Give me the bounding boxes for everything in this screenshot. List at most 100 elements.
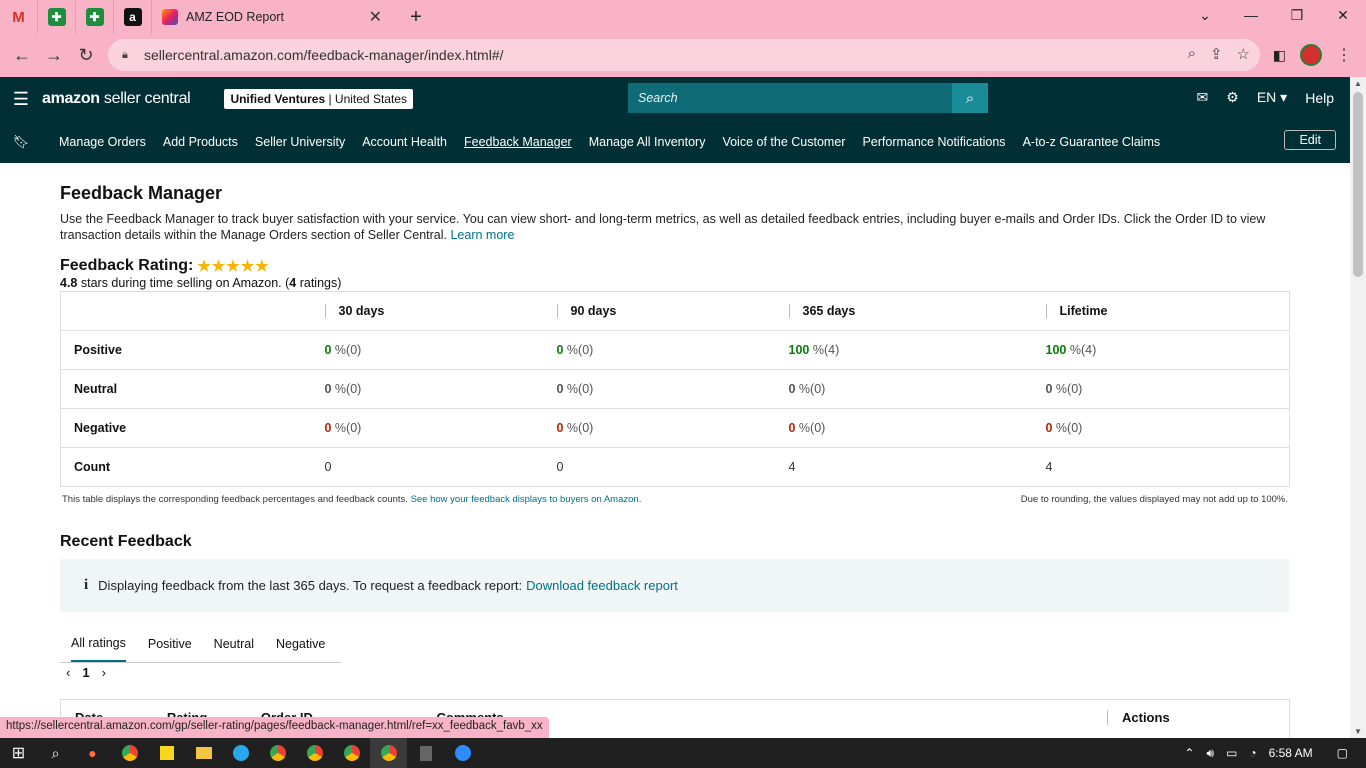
nav-add-products[interactable]: Add Products xyxy=(163,135,238,149)
search-icon[interactable]: ⌕ xyxy=(37,738,74,768)
calculator-icon[interactable] xyxy=(407,738,444,768)
rating-value: 4.8 xyxy=(60,276,78,290)
close-window-button[interactable]: ✕ xyxy=(1320,0,1366,30)
chrome-icon[interactable] xyxy=(296,738,333,768)
pinned-tab-amazon[interactable]: a xyxy=(114,0,152,34)
header-actions: Actions xyxy=(1107,710,1170,725)
new-tab-button[interactable]: + xyxy=(398,6,434,29)
chrome-icon[interactable] xyxy=(333,738,370,768)
account-switcher[interactable]: Unified Ventures | United States xyxy=(224,89,413,109)
percent-sign: % xyxy=(563,382,579,396)
mail-icon[interactable]: ✉ xyxy=(1197,89,1209,106)
profile-avatar[interactable] xyxy=(1300,44,1322,66)
pinned-tab-sheets-2[interactable]: ✚ xyxy=(76,0,114,34)
learn-more-link[interactable]: Learn more xyxy=(450,228,514,242)
pinned-tab-sheets-1[interactable]: ✚ xyxy=(38,0,76,34)
download-report-link[interactable]: Download feedback report xyxy=(526,578,678,593)
table-header-row: 30 days 90 days 365 days Lifetime xyxy=(61,292,1290,331)
bookmark-nav-bar: 🔖︎ Manage Orders Add Products Seller Uni… xyxy=(0,121,1350,163)
count-value: (0) xyxy=(346,421,362,435)
count-value: (0) xyxy=(810,421,826,435)
chrome-icon[interactable] xyxy=(111,738,148,768)
table-cell: 0 %(0) xyxy=(543,369,776,409)
feedback-display-link[interactable]: See how your feedback displays to buyers… xyxy=(411,494,642,505)
microphone-icon[interactable]: ● xyxy=(74,738,111,768)
rating-sub-text: stars during time selling on Amazon. ( xyxy=(77,276,290,290)
tab-amz-eod-report[interactable]: AMZ EOD Report ✕ xyxy=(152,0,392,34)
scroll-down-icon[interactable]: ▼ xyxy=(1354,727,1362,736)
chevron-right-icon[interactable]: › xyxy=(102,665,106,680)
battery-icon[interactable]: ▭ xyxy=(1226,746,1237,760)
tab-neutral[interactable]: Neutral xyxy=(214,627,254,661)
tab-negative[interactable]: Negative xyxy=(276,627,325,661)
percent-sign: % xyxy=(331,421,347,435)
table-row: Negative 0 %(0) 0 %(0) 0 %(0) 0 %(0) xyxy=(60,408,1290,448)
minimize-button[interactable]: — xyxy=(1228,0,1274,30)
nav-manage-orders[interactable]: Manage Orders xyxy=(59,135,146,149)
back-button[interactable]: ← xyxy=(6,45,38,66)
side-panel-icon[interactable]: ◧ xyxy=(1273,47,1286,64)
scroll-up-icon[interactable]: ▲ xyxy=(1354,79,1362,88)
zoom-app-icon[interactable] xyxy=(444,738,481,768)
nav-account-health[interactable]: Account Health xyxy=(362,135,447,149)
column-lifetime: Lifetime xyxy=(1045,304,1107,318)
clock[interactable]: 6:58 AM xyxy=(1269,746,1313,760)
intro-body: Use the Feedback Manager to track buyer … xyxy=(60,212,1266,242)
file-explorer-icon[interactable] xyxy=(185,738,222,768)
seller-central-logo[interactable]: amazon seller central xyxy=(42,90,191,108)
percent-sign: % xyxy=(1052,382,1068,396)
telegram-icon[interactable] xyxy=(222,738,259,768)
chevron-down-icon[interactable]: ⌄ xyxy=(1182,0,1228,30)
share-icon[interactable]: ⇪ xyxy=(1210,45,1223,63)
forward-button[interactable]: → xyxy=(38,45,70,66)
page-number[interactable]: 1 xyxy=(82,665,89,680)
count-value: (0) xyxy=(346,382,362,396)
restore-button[interactable]: ❐ xyxy=(1274,0,1320,30)
nav-performance-notifications[interactable]: Performance Notifications xyxy=(862,135,1005,149)
tab-title: AMZ EOD Report xyxy=(186,10,284,24)
nav-voice-of-the-customer[interactable]: Voice of the Customer xyxy=(722,135,845,149)
nav-feedback-manager[interactable]: Feedback Manager xyxy=(464,135,572,149)
sheets-icon: ✚ xyxy=(85,8,104,26)
percent-sign: % xyxy=(1066,343,1081,357)
wifi-icon[interactable]: ◔ xyxy=(1249,746,1256,760)
language-selector[interactable]: EN ▾ xyxy=(1257,89,1287,106)
menu-icon[interactable]: ⋮ xyxy=(1336,45,1352,65)
gmail-icon: M xyxy=(12,8,25,26)
page-scrollbar[interactable]: ▲ ▼ xyxy=(1350,77,1366,738)
tab-all-ratings[interactable]: All ratings xyxy=(71,626,126,662)
bookmark-icon[interactable]: 🔖︎ xyxy=(0,134,42,150)
zoom-icon[interactable]: ⌕ xyxy=(1188,45,1196,63)
count-value: (0) xyxy=(810,382,826,396)
close-icon[interactable]: ✕ xyxy=(369,7,382,27)
chrome-icon[interactable] xyxy=(370,738,407,768)
nav-seller-university[interactable]: Seller University xyxy=(255,135,345,149)
windows-start-icon[interactable]: ⊞ xyxy=(0,738,37,768)
chrome-icon[interactable] xyxy=(259,738,296,768)
gear-icon[interactable]: ⚙ xyxy=(1226,89,1239,106)
volume-icon[interactable]: 🔊︎ xyxy=(1206,746,1214,761)
chevron-left-icon[interactable]: ‹ xyxy=(66,665,70,680)
info-text: Displaying feedback from the last 365 da… xyxy=(98,578,523,593)
nav-manage-all-inventory[interactable]: Manage All Inventory xyxy=(589,135,706,149)
count-value: (0) xyxy=(1067,421,1083,435)
sheets-icon: ✚ xyxy=(47,8,66,26)
help-link[interactable]: Help xyxy=(1305,90,1334,106)
row-label-negative: Negative xyxy=(60,408,312,448)
star-icon[interactable]: ☆ xyxy=(1237,45,1250,63)
count-value: (0) xyxy=(578,421,594,435)
sticky-notes-icon[interactable] xyxy=(148,738,185,768)
nav-a-to-z-claims[interactable]: A-to-z Guarantee Claims xyxy=(1023,135,1161,149)
omnibox[interactable]: 🔒︎ sellercentral.amazon.com/feedback-man… xyxy=(108,39,1260,71)
scrollbar-thumb[interactable] xyxy=(1353,92,1363,277)
chevron-up-icon[interactable]: ⌃ xyxy=(1184,746,1194,760)
search-icon[interactable]: ⌕ xyxy=(952,83,988,113)
pinned-tab-gmail[interactable]: M xyxy=(0,0,38,34)
hamburger-icon[interactable]: ☰ xyxy=(0,89,42,110)
reload-button[interactable]: ↻ xyxy=(70,45,102,66)
edit-button[interactable]: Edit xyxy=(1284,130,1336,150)
search-input[interactable] xyxy=(628,83,952,113)
tab-positive[interactable]: Positive xyxy=(148,627,192,661)
count-cell: 0 xyxy=(543,447,776,487)
notification-icon[interactable]: ▢ xyxy=(1337,746,1348,760)
